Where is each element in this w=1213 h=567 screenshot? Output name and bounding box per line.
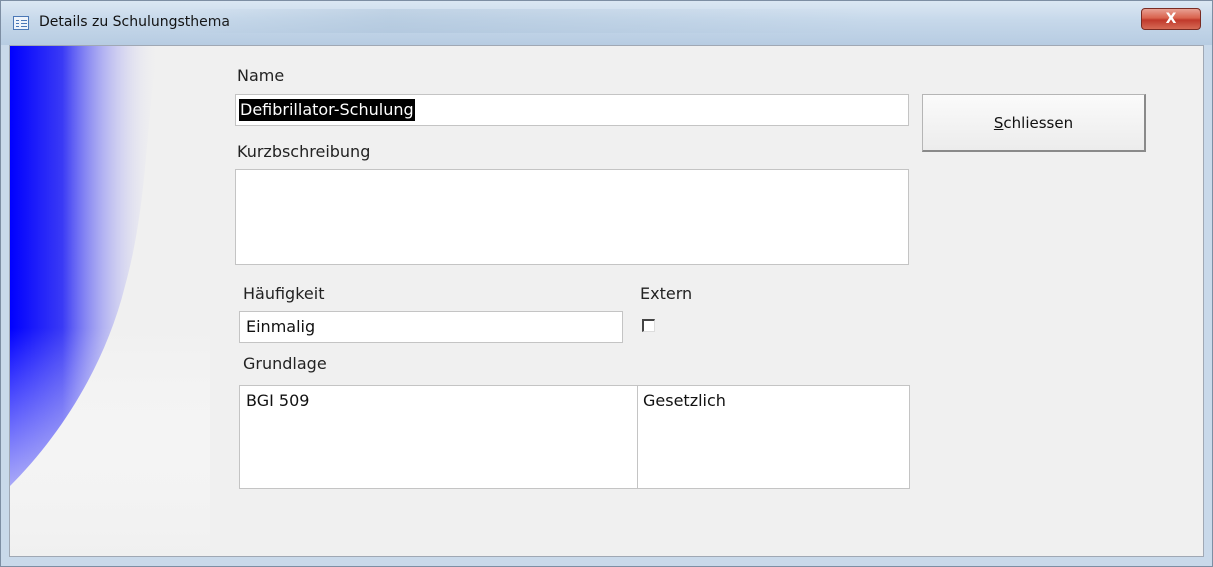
basis-label: Grundlage xyxy=(243,354,327,373)
dialog-window: Details zu Schulungsthema X Name Defibri… xyxy=(0,0,1213,567)
name-label: Name xyxy=(237,66,285,85)
decorative-gradient xyxy=(10,46,210,556)
frequency-input[interactable]: Einmalig xyxy=(239,311,623,343)
close-button[interactable]: Schliessen xyxy=(922,94,1146,152)
frequency-label: Häufigkeit xyxy=(243,284,325,303)
window-title: Details zu Schulungsthema xyxy=(39,14,230,30)
description-label: Kurzbschreibung xyxy=(237,142,371,161)
close-button-label: chliessen xyxy=(1003,113,1074,132)
name-input[interactable]: Defibrillator-Schulung xyxy=(235,94,909,126)
name-value: Defibrillator-Schulung xyxy=(239,99,415,121)
window-close-button[interactable]: X xyxy=(1141,8,1201,30)
title-bar[interactable]: Details zu Schulungsthema X xyxy=(1,1,1212,45)
form-icon xyxy=(13,16,29,30)
frequency-value: Einmalig xyxy=(246,317,316,336)
form-area: Name Defibrillator-Schulung Kurzbschreib… xyxy=(9,45,1204,557)
list-item-basis[interactable]: BGI 509 xyxy=(246,391,309,410)
external-checkbox[interactable] xyxy=(642,319,655,332)
description-textarea[interactable] xyxy=(235,169,909,265)
basis-list[interactable]: BGI 509 Gesetzlich xyxy=(239,385,910,489)
close-icon: X xyxy=(1165,11,1177,27)
external-label: Extern xyxy=(640,284,693,303)
close-button-accelerator: S xyxy=(993,113,1004,132)
list-item-type[interactable]: Gesetzlich xyxy=(643,391,726,410)
